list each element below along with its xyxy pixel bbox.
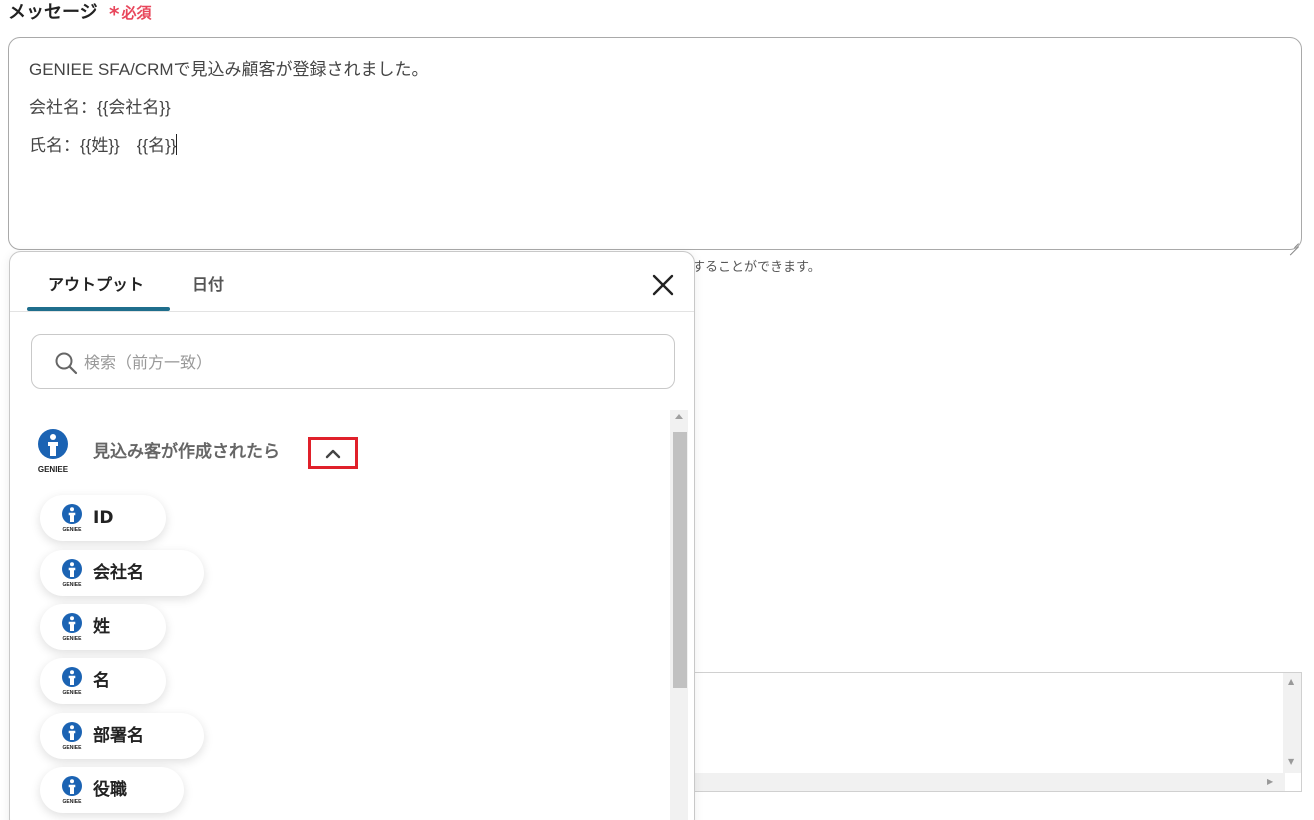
output-chip-label: 会社名 bbox=[93, 563, 144, 583]
svg-text:GENIEE: GENIEE bbox=[63, 582, 83, 587]
output-chip-label: 部署名 bbox=[93, 726, 144, 746]
background-vertical-scrollbar[interactable]: ▲ ▼ bbox=[1283, 673, 1301, 773]
output-chip-label: 役職 bbox=[93, 780, 127, 800]
scroll-thumb[interactable] bbox=[673, 432, 687, 688]
output-chip-department[interactable]: GENIEE 部署名 bbox=[40, 713, 204, 759]
geniee-logo-icon: GENIEE bbox=[62, 559, 83, 587]
output-chip-last-name[interactable]: GENIEE 姓 bbox=[40, 604, 166, 650]
section-logo-text: GENIEE bbox=[38, 465, 69, 474]
output-chip-label: 姓 bbox=[93, 617, 110, 637]
text-caret bbox=[176, 134, 178, 155]
output-chip-company-name[interactable]: GENIEE 会社名 bbox=[40, 550, 204, 596]
close-icon bbox=[652, 274, 674, 296]
output-chip-id[interactable]: GENIEE ID bbox=[40, 495, 166, 541]
message-line-3: 氏名：{{姓}} {{名}} bbox=[29, 134, 1281, 172]
message-line-2: 会社名：{{会社名}} bbox=[29, 98, 171, 117]
search-icon bbox=[55, 352, 78, 375]
output-chip-label: ID bbox=[93, 508, 114, 528]
geniee-logo-icon: GENIEE bbox=[38, 429, 69, 474]
message-line-1: GENIEE SFA/CRMで見込み顧客が登録されました。 bbox=[29, 60, 429, 79]
geniee-logo-icon: GENIEE bbox=[62, 776, 83, 804]
scroll-up-arrow-icon[interactable]: ▲ bbox=[1288, 677, 1294, 686]
svg-text:GENIEE: GENIEE bbox=[63, 527, 83, 532]
geniee-logo-icon: GENIEE bbox=[62, 613, 83, 641]
output-chip-label: 名 bbox=[93, 671, 110, 691]
output-picker-popup: アウトプット 日付 GENIEE 見込み客が作成されたら bbox=[9, 251, 695, 820]
required-text: 必須 bbox=[121, 4, 152, 22]
scroll-up-arrow-icon[interactable] bbox=[675, 414, 683, 419]
collapse-toggle-button[interactable] bbox=[308, 437, 358, 469]
geniee-logo-icon: GENIEE bbox=[62, 667, 83, 695]
popup-scrollbar[interactable] bbox=[670, 410, 688, 820]
message-textarea[interactable]: GENIEE SFA/CRMで見込み顧客が登録されました。 会社名：{{会社名}… bbox=[8, 37, 1302, 250]
search-box bbox=[31, 334, 675, 389]
background-horizontal-scrollbar[interactable]: ▶ bbox=[695, 773, 1285, 791]
scroll-down-arrow-icon[interactable]: ▼ bbox=[1288, 757, 1294, 766]
search-input[interactable] bbox=[84, 345, 664, 379]
svg-text:GENIEE: GENIEE bbox=[63, 690, 83, 695]
output-chip-first-name[interactable]: GENIEE 名 bbox=[40, 658, 166, 704]
tab-output[interactable]: アウトプット bbox=[48, 275, 144, 295]
required-badge: * 必須 bbox=[109, 3, 151, 24]
scroll-right-arrow-icon[interactable]: ▶ bbox=[1267, 777, 1273, 786]
help-text: することができます。 bbox=[692, 260, 821, 275]
resize-grip-icon[interactable] bbox=[1289, 237, 1299, 247]
section-title: 見込み客が作成されたら bbox=[93, 442, 280, 462]
popup-tabs: アウトプット 日付 bbox=[10, 252, 694, 312]
svg-text:GENIEE: GENIEE bbox=[63, 745, 83, 750]
output-chip-job-title[interactable]: GENIEE 役職 bbox=[40, 767, 184, 813]
required-asterisk: * bbox=[109, 2, 120, 26]
tab-date[interactable]: 日付 bbox=[192, 275, 224, 295]
svg-text:GENIEE: GENIEE bbox=[63, 636, 83, 641]
message-line-3-text: 氏名：{{姓}} {{名}} bbox=[29, 136, 177, 155]
message-field-label: メッセージ bbox=[8, 2, 98, 23]
active-tab-indicator bbox=[27, 307, 170, 311]
background-textbox[interactable]: ▲ ▼ ▶ bbox=[694, 672, 1302, 792]
chevron-up-icon bbox=[325, 449, 341, 459]
svg-text:GENIEE: GENIEE bbox=[63, 799, 83, 804]
geniee-logo-icon: GENIEE bbox=[62, 722, 83, 750]
geniee-logo-icon: GENIEE bbox=[62, 504, 83, 532]
close-button[interactable] bbox=[650, 272, 676, 298]
